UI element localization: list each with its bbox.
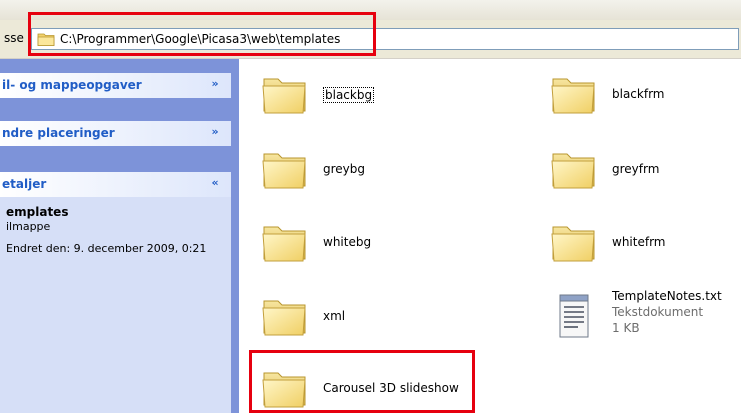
file-name: blackfrm [612,87,665,101]
address-bar: sse C:\Programmer\Google\Picasa3\web\tem… [0,20,741,59]
file-name: whitebg [323,235,372,249]
file-name: Carousel 3D slideshow [323,381,459,395]
file-tasks-header[interactable]: il- og mappeopgaver » [0,73,231,98]
other-places-header[interactable]: ndre placeringer » [0,121,231,146]
text-document-icon [559,294,589,338]
details-folder-type: ilmappe [6,220,51,233]
folder-icon [261,69,309,117]
other-places-title: ndre placeringer [2,126,115,140]
chevron-down-icon[interactable]: » [207,124,223,140]
details-folder-name: emplates [6,205,69,219]
file-list-view: blackbg blackfrm greybg greyfrm whitebg … [239,59,741,413]
chevron-down-icon[interactable]: » [207,76,223,92]
details-header[interactable]: etaljer « [0,172,231,197]
folder-icon [550,69,598,117]
folder-icon [550,217,598,265]
folder-icon [261,217,309,265]
details-title: etaljer [2,177,47,191]
toolbar-strip [0,0,741,21]
file-name: blackbg [323,87,375,103]
folder-icon [261,291,309,339]
address-input[interactable]: C:\Programmer\Google\Picasa3\web\templat… [31,28,739,50]
file-name: greyfrm [612,162,660,176]
details-modified-date: Endret den: 9. december 2009, 0:21 [6,242,207,255]
folder-icon [261,363,309,411]
file-name: TemplateNotes.txt [612,289,722,303]
file-name: greybg [323,162,366,176]
file-size: 1 KB [612,321,640,335]
address-label: sse [4,31,24,45]
file-name: whitefrm [612,235,666,249]
chevron-up-icon[interactable]: « [207,175,223,191]
folder-icon [37,33,55,46]
folder-icon [550,144,598,192]
file-tasks-title: il- og mappeopgaver [2,78,142,92]
folder-icon [261,144,309,192]
file-type: Tekstdokument [612,305,704,319]
file-name: xml [323,309,346,323]
address-path: C:\Programmer\Google\Picasa3\web\templat… [60,32,341,46]
details-panel: emplates ilmappe Endret den: 9. december… [0,197,231,413]
task-pane: il- og mappeopgaver » ndre placeringer »… [0,59,239,413]
